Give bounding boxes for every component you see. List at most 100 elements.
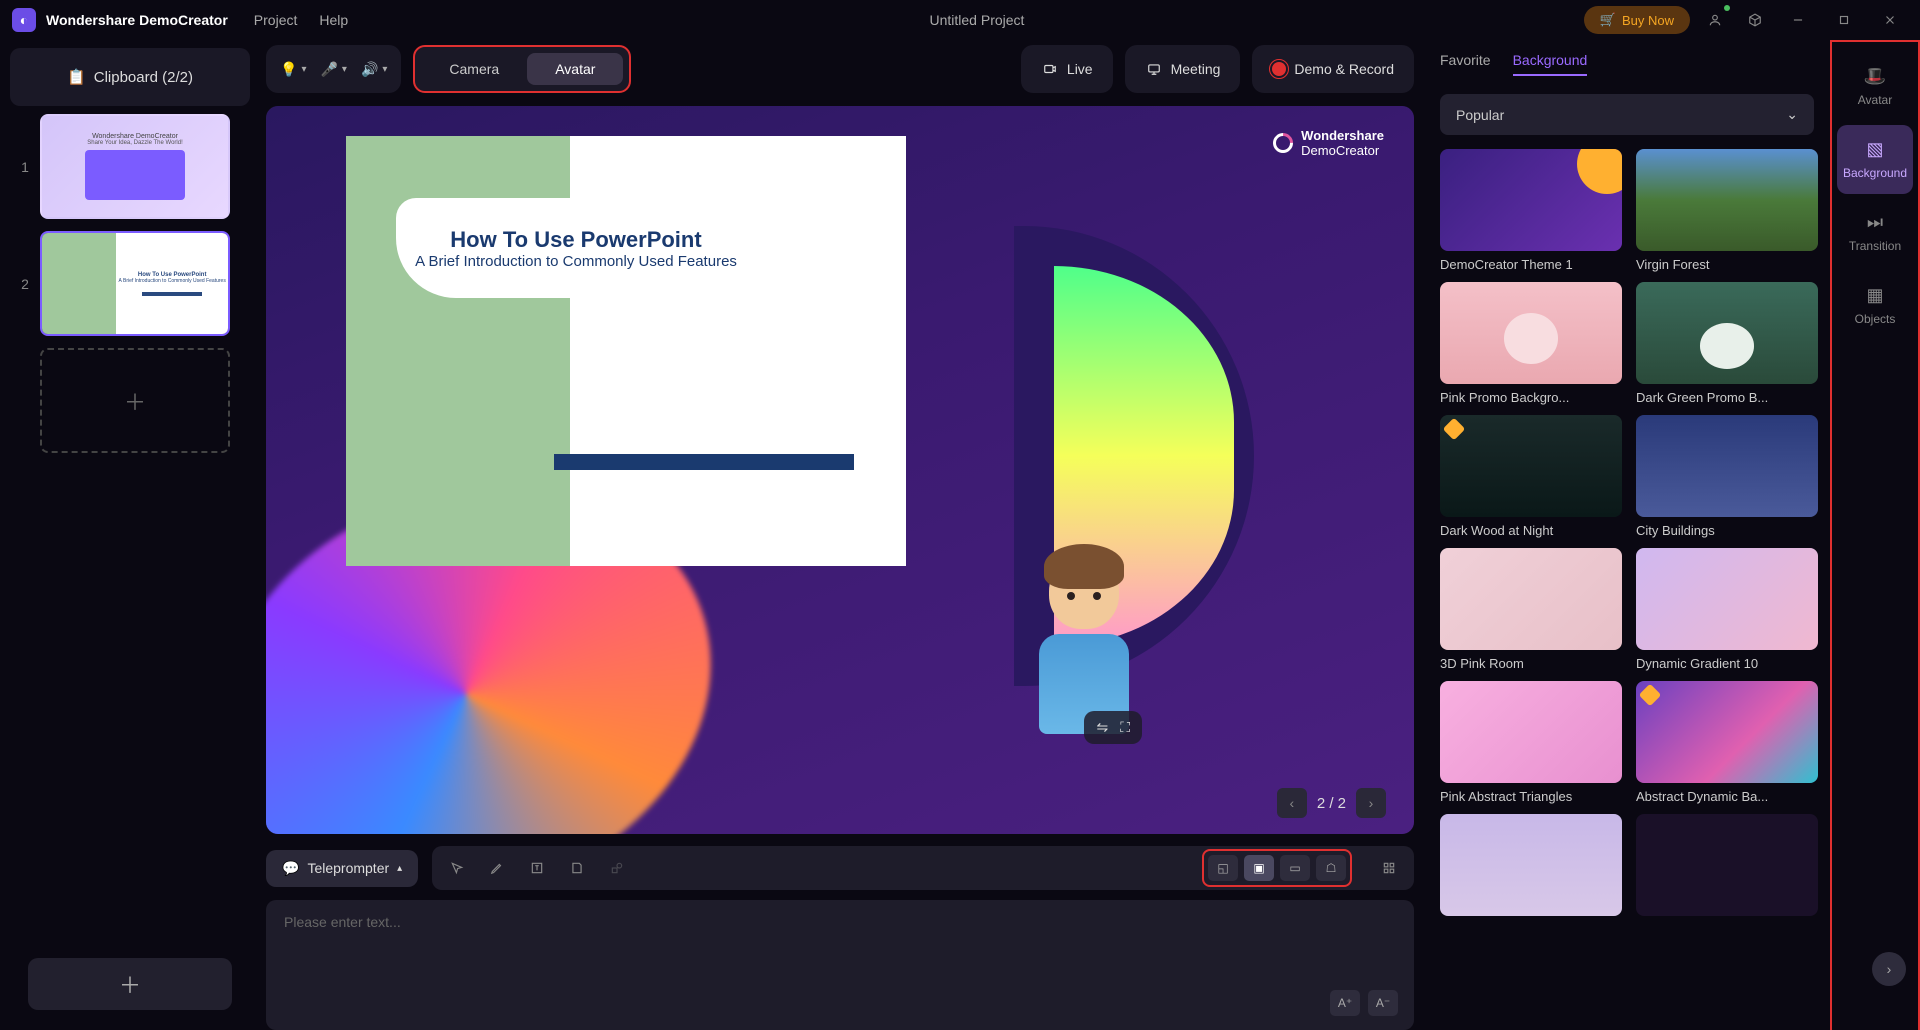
layout-speaker-button[interactable]: ▣ (1244, 855, 1274, 881)
slide-thumbnail-2[interactable]: How To Use PowerPoint A Brief Introducti… (40, 231, 230, 336)
next-slide-button[interactable]: › (1356, 788, 1386, 818)
background-label: Dark Wood at Night (1440, 523, 1622, 538)
teleprompter-label: Teleprompter (307, 860, 389, 876)
background-label: Virgin Forest (1636, 257, 1818, 272)
speaker-icon[interactable]: 🔊▾ (361, 61, 387, 78)
background-label: Dark Green Promo B... (1636, 390, 1818, 405)
avatar-icon: 🎩 (1864, 66, 1886, 87)
clipboard-icon: 📋 (67, 68, 86, 86)
close-button[interactable] (1872, 4, 1908, 36)
teleprompter-icon: 💬 (282, 860, 299, 877)
background-icon: ▧ (1866, 139, 1883, 160)
background-item[interactable]: Pink Promo Backgro... (1440, 282, 1622, 405)
app-brand: Wondershare DemoCreator (46, 12, 228, 28)
avatar-controls: ⇋ ⛶ (1084, 711, 1142, 744)
premium-badge-icon (1443, 418, 1466, 441)
background-label: DemoCreator Theme 1 (1440, 257, 1622, 272)
mirror-icon[interactable]: ⇋ (1096, 719, 1108, 736)
background-label: 3D Pink Room (1440, 656, 1622, 671)
background-filter-dropdown[interactable]: Popular ⌄ (1440, 94, 1814, 135)
live-label: Live (1067, 61, 1093, 77)
chevron-up-icon: ▴ (397, 863, 402, 874)
background-item[interactable]: DemoCreator Theme 1 (1440, 149, 1622, 272)
slide-number: 1 (10, 159, 40, 175)
background-item[interactable]: Dark Green Promo B... (1636, 282, 1818, 405)
background-item[interactable]: Virgin Forest (1636, 149, 1818, 272)
premium-badge-icon (1639, 684, 1662, 707)
project-title: Untitled Project (370, 12, 1584, 28)
menu-help[interactable]: Help (319, 12, 348, 28)
background-item[interactable]: Abstract Dynamic Ba... (1636, 681, 1818, 804)
maximize-button[interactable] (1826, 4, 1862, 36)
rail-avatar-label: Avatar (1858, 93, 1892, 107)
note-tool[interactable] (566, 857, 588, 879)
background-item[interactable]: Dark Wood at Night (1440, 415, 1622, 538)
layout-full-button[interactable]: ▭ (1280, 855, 1310, 881)
mic-icon[interactable]: 🎤▾ (320, 61, 346, 78)
teleprompter-textarea[interactable]: Please enter text... A⁺ A⁻ (266, 900, 1414, 1030)
background-item[interactable]: Dynamic Gradient 10 (1636, 548, 1818, 671)
camera-avatar-toggle: Camera Avatar (413, 45, 631, 93)
clipboard-label: Clipboard (2/2) (94, 69, 193, 86)
prev-slide-button[interactable]: ‹ (1277, 788, 1307, 818)
live-button[interactable]: Live (1021, 45, 1113, 93)
shapes-tool[interactable] (606, 857, 628, 879)
ppt-title: How To Use PowerPoint (450, 227, 701, 253)
add-slide-button[interactable]: ＋ (40, 348, 230, 453)
cart-icon: 🛒 (1600, 12, 1616, 28)
chevron-down-icon: ⌄ (1786, 106, 1798, 123)
background-label: Pink Abstract Triangles (1440, 789, 1622, 804)
add-button[interactable]: ＋ (28, 958, 232, 1010)
cursor-tool[interactable] (446, 857, 468, 879)
meeting-label: Meeting (1171, 61, 1221, 77)
background-item[interactable]: City Buildings (1636, 415, 1818, 538)
pen-tool[interactable] (486, 857, 508, 879)
rail-avatar[interactable]: 🎩 Avatar (1837, 52, 1913, 121)
background-item[interactable] (1636, 814, 1818, 922)
font-decrease-button[interactable]: A⁻ (1368, 990, 1398, 1016)
account-icon[interactable] (1700, 5, 1730, 35)
background-label: Pink Promo Backgro... (1440, 390, 1622, 405)
layout-avatar-button[interactable]: ☖ (1316, 855, 1346, 881)
minimize-button[interactable] (1780, 4, 1816, 36)
ppt-subtitle: A Brief Introduction to Commonly Used Fe… (415, 253, 737, 270)
preview-canvas[interactable]: How To Use PowerPoint A Brief Introducti… (266, 106, 1414, 834)
grid-icon[interactable] (1378, 857, 1400, 879)
font-increase-button[interactable]: A⁺ (1330, 990, 1360, 1016)
layout-selector-group: ◱ ▣ ▭ ☖ (1202, 849, 1352, 887)
package-icon[interactable] (1740, 5, 1770, 35)
tab-favorite[interactable]: Favorite (1440, 52, 1491, 76)
demo-record-button[interactable]: Demo & Record (1252, 45, 1414, 93)
background-item[interactable] (1440, 814, 1622, 922)
layout-pip-button[interactable]: ◱ (1208, 855, 1238, 881)
background-item[interactable]: Pink Abstract Triangles (1440, 681, 1622, 804)
objects-icon: ▦ (1866, 285, 1883, 306)
transition-icon: ⏭ (1867, 212, 1883, 233)
tab-background[interactable]: Background (1513, 52, 1588, 76)
teleprompter-placeholder: Please enter text... (284, 914, 401, 930)
buy-now-button[interactable]: 🛒 Buy Now (1584, 6, 1690, 34)
rail-transition-label: Transition (1849, 239, 1901, 253)
buy-label: Buy Now (1622, 13, 1674, 28)
slide-counter: 2 / 2 (1317, 795, 1346, 812)
background-label: City Buildings (1636, 523, 1818, 538)
rail-transition[interactable]: ⏭ Transition (1837, 198, 1913, 267)
meeting-button[interactable]: Meeting (1125, 45, 1241, 93)
rail-objects[interactable]: ▦ Objects (1837, 271, 1913, 340)
filter-label: Popular (1456, 107, 1504, 123)
idea-icon[interactable]: 💡▾ (280, 61, 306, 78)
clipboard-header[interactable]: 📋 Clipboard (2/2) (10, 48, 250, 106)
background-item[interactable]: 3D Pink Room (1440, 548, 1622, 671)
demo-label: Demo & Record (1294, 61, 1394, 77)
avatar-mode-button[interactable]: Avatar (527, 53, 623, 85)
slide-thumbnail-1[interactable]: Wondershare DemoCreator Share Your Idea,… (40, 114, 230, 219)
menu-project[interactable]: Project (254, 12, 298, 28)
camera-mode-button[interactable]: Camera (421, 53, 527, 85)
rail-background[interactable]: ▧ Background (1837, 125, 1913, 194)
expand-button[interactable]: › (1872, 952, 1906, 986)
fullscreen-icon[interactable]: ⛶ (1120, 719, 1130, 736)
rail-background-label: Background (1843, 166, 1907, 180)
watermark: Wondershare DemoCreator (1273, 128, 1384, 158)
teleprompter-toggle[interactable]: 💬 Teleprompter ▴ (266, 850, 418, 887)
text-tool[interactable] (526, 857, 548, 879)
